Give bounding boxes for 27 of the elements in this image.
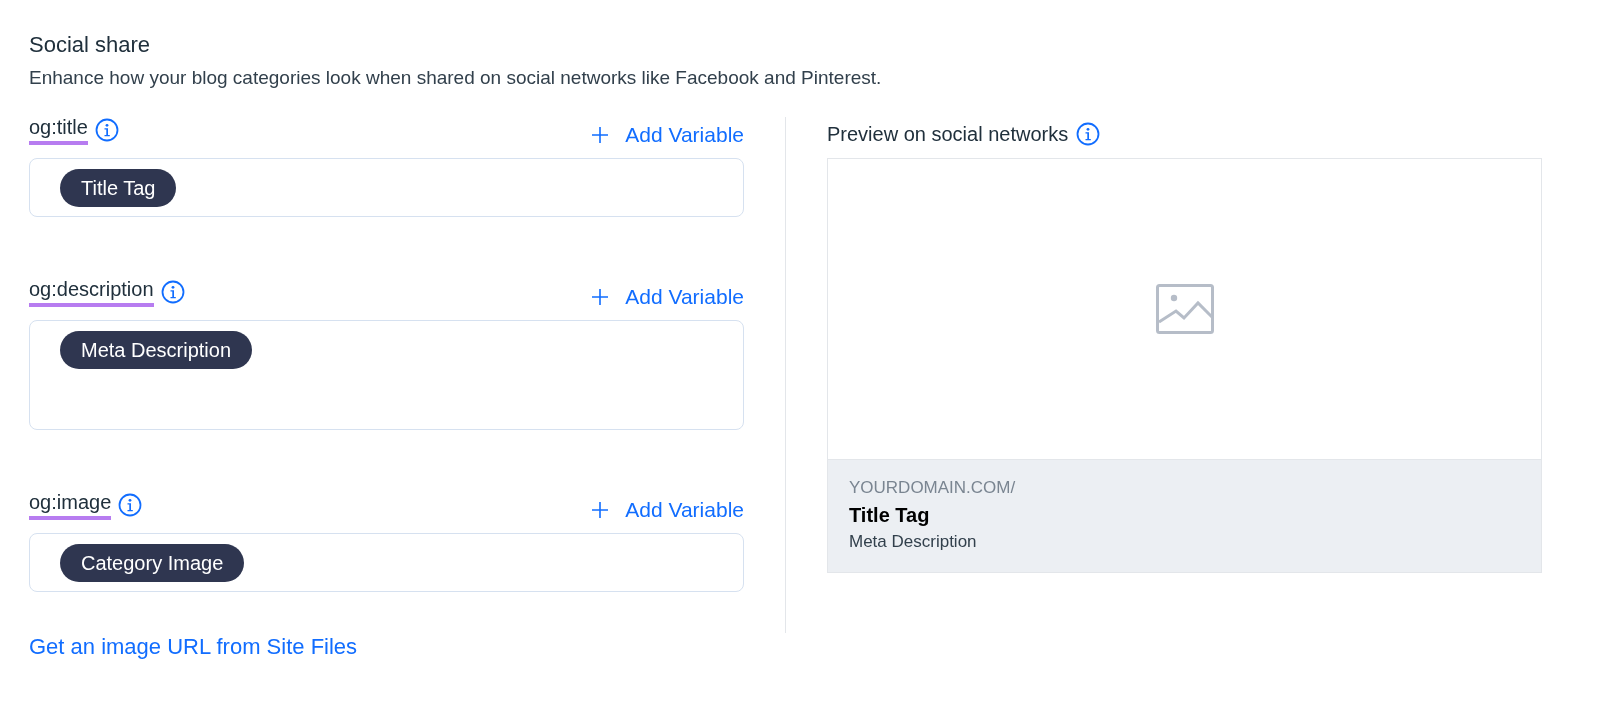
info-icon[interactable] — [160, 280, 185, 304]
input-field[interactable]: Category Image — [29, 533, 744, 592]
info-icon[interactable] — [1076, 122, 1101, 146]
info-icon[interactable] — [118, 493, 143, 517]
field-label: og:image — [29, 490, 112, 520]
add-variable-button[interactable]: Add Variable — [591, 123, 744, 151]
add-variable-button[interactable]: Add Variable — [591, 285, 744, 313]
site-files-link[interactable]: Get an image URL from Site Files — [29, 634, 358, 660]
preview-card-title: Title Tag — [849, 503, 931, 528]
image-placeholder-icon — [1155, 284, 1214, 334]
input-field[interactable]: Title Tag — [29, 158, 744, 217]
variable-tag: Category Image — [60, 544, 245, 582]
variable-tag: Title Tag — [60, 169, 177, 207]
section-title: Social share — [29, 31, 152, 59]
preview-domain: YOURDOMAIN.COM/ — [849, 477, 1017, 499]
preview-card-description: Meta Description — [849, 531, 978, 553]
add-variable-button[interactable]: Add Variable — [591, 498, 744, 526]
field-label: og:description — [29, 277, 154, 307]
preview-title: Preview on social networks — [827, 122, 1069, 146]
field-label: og:title — [29, 115, 88, 145]
section-description: Enhance how your blog categories look when shared on social networks like Facebook and Pinterest. — [29, 66, 883, 90]
plus-icon — [591, 126, 610, 144]
info-icon[interactable] — [94, 118, 119, 142]
variable-tag: Meta Description — [60, 331, 253, 369]
input-field[interactable]: Meta Description — [29, 320, 744, 430]
plus-icon — [591, 501, 610, 519]
plus-icon — [591, 288, 610, 306]
